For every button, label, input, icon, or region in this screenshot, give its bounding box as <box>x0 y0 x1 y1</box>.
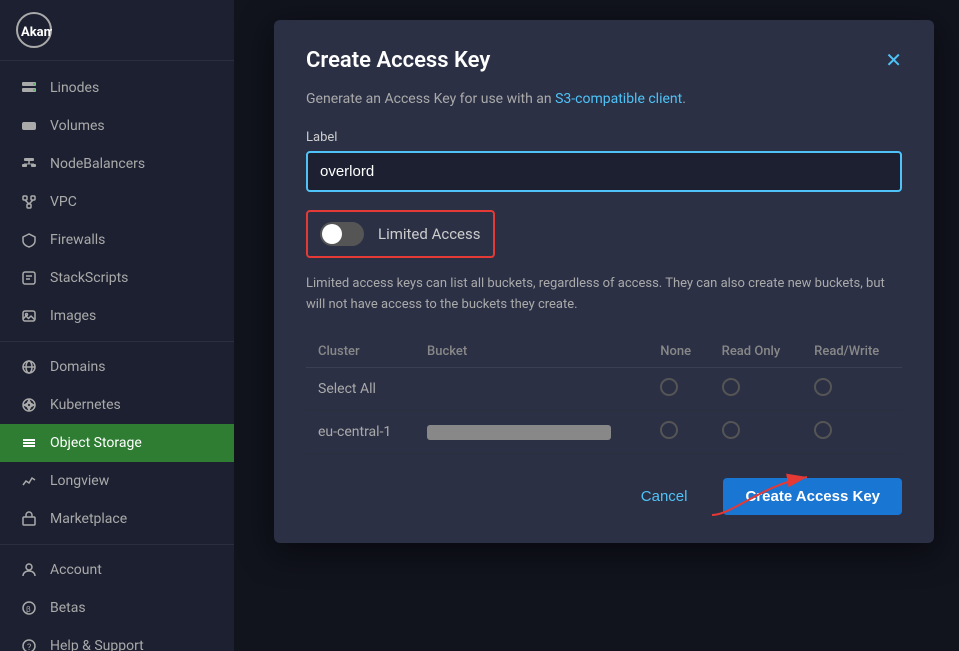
nav-divider-1 <box>0 341 234 342</box>
sidebar-item-label: Betas <box>50 600 86 616</box>
col-cluster: Cluster <box>306 336 415 368</box>
sidebar-item-domains[interactable]: Domains <box>0 348 234 386</box>
main-content: Create Access Key ✕ Generate an Access K… <box>234 0 959 651</box>
beta-icon: β <box>20 599 38 617</box>
sidebar-item-firewalls[interactable]: Firewalls <box>0 221 234 259</box>
select-all-none[interactable] <box>648 367 709 410</box>
balance-icon <box>20 155 38 173</box>
sidebar-item-vpc[interactable]: VPC <box>0 183 234 221</box>
sidebar-nav: Linodes Volumes NodeBalancers VPC <box>0 61 234 651</box>
create-access-key-modal: Create Access Key ✕ Generate an Access K… <box>274 20 934 543</box>
col-bucket: Bucket <box>415 336 648 368</box>
svg-text:Akamai: Akamai <box>21 25 52 40</box>
modal-subtitle: Generate an Access Key for use with an S… <box>306 89 902 110</box>
sidebar-item-label: NodeBalancers <box>50 156 145 172</box>
sidebar-item-label: Account <box>50 562 102 578</box>
bucket-name: ████████████████████ <box>415 410 648 453</box>
sidebar-item-images[interactable]: Images <box>0 297 234 335</box>
cancel-button[interactable]: Cancel <box>625 480 704 513</box>
limited-access-description: Limited access keys can list all buckets… <box>306 274 902 316</box>
select-all-bucket <box>415 367 648 410</box>
sidebar-item-label: StackScripts <box>50 270 128 286</box>
nav-divider-2 <box>0 544 234 545</box>
radio-none-all[interactable] <box>660 378 678 396</box>
sidebar-item-marketplace[interactable]: Marketplace <box>0 500 234 538</box>
col-read-write: Read/Write <box>802 336 902 368</box>
sidebar-item-label: Help & Support <box>50 638 144 651</box>
table-header-row: Cluster Bucket None Read Only Read/Write <box>306 336 902 368</box>
image-icon <box>20 307 38 325</box>
bucket-blurred: ████████████████████ <box>427 425 611 440</box>
radio-readwrite-all[interactable] <box>814 378 832 396</box>
table-row: Select All <box>306 367 902 410</box>
toggle-knob <box>322 224 342 244</box>
radio-readwrite-row1[interactable] <box>814 421 832 439</box>
sidebar-item-account[interactable]: Account <box>0 551 234 589</box>
sidebar-item-longview[interactable]: Longview <box>0 462 234 500</box>
sidebar-item-label: Marketplace <box>50 511 127 527</box>
sidebar-item-kubernetes[interactable]: Kubernetes <box>0 386 234 424</box>
sidebar-item-label: Domains <box>50 359 105 375</box>
hdd-icon <box>20 117 38 135</box>
sidebar-item-label: Volumes <box>50 118 105 134</box>
globe-icon <box>20 358 38 376</box>
modal-close-button[interactable]: ✕ <box>885 48 902 73</box>
chart-icon <box>20 472 38 490</box>
select-all-read-only[interactable] <box>710 367 803 410</box>
sidebar-item-help-support[interactable]: ? Help & Support <box>0 627 234 651</box>
col-none: None <box>648 336 709 368</box>
sidebar-item-label: Firewalls <box>50 232 105 248</box>
col-read-only: Read Only <box>710 336 803 368</box>
sidebar: Akamai Linodes Volumes NodeBalancers <box>0 0 234 651</box>
limited-access-toggle[interactable] <box>320 222 364 246</box>
sidebar-item-betas[interactable]: β Betas <box>0 589 234 627</box>
modal-title: Create Access Key <box>306 48 490 73</box>
limited-access-label: Limited Access <box>378 225 481 243</box>
akamai-logo: Akamai <box>16 12 52 48</box>
market-icon <box>20 510 38 528</box>
create-access-key-button[interactable]: Create Access Key <box>723 478 902 515</box>
network-icon <box>20 193 38 211</box>
label-field-label: Label <box>306 130 902 145</box>
k8s-icon <box>20 396 38 414</box>
subtitle-text-prefix: Generate an Access Key for use with an <box>306 91 555 107</box>
help-icon: ? <box>20 637 38 651</box>
script-icon <box>20 269 38 287</box>
row-none[interactable] <box>648 410 709 453</box>
row-read-write[interactable] <box>802 410 902 453</box>
modal-header: Create Access Key ✕ <box>306 48 902 73</box>
access-table: Cluster Bucket None Read Only Read/Write… <box>306 336 902 454</box>
logo-area: Akamai <box>0 0 234 61</box>
user-icon <box>20 561 38 579</box>
radio-readonly-row1[interactable] <box>722 421 740 439</box>
sidebar-item-nodebalancers[interactable]: NodeBalancers <box>0 145 234 183</box>
server-icon <box>20 79 38 97</box>
limited-access-toggle-row: Limited Access <box>306 210 495 258</box>
sidebar-item-label: Kubernetes <box>50 397 121 413</box>
subtitle-text-suffix: . <box>682 91 686 107</box>
select-all-read-write[interactable] <box>802 367 902 410</box>
modal-footer: Cancel Create Access Key <box>306 478 902 515</box>
row-read-only[interactable] <box>710 410 803 453</box>
sidebar-item-object-storage[interactable]: Object Storage <box>0 424 234 462</box>
sidebar-item-label: Object Storage <box>50 435 142 451</box>
sidebar-item-stackscripts[interactable]: StackScripts <box>0 259 234 297</box>
table-row: eu-central-1 ████████████████████ <box>306 410 902 453</box>
sidebar-item-label: Longview <box>50 473 109 489</box>
sidebar-item-label: VPC <box>50 194 77 210</box>
shield-icon <box>20 231 38 249</box>
s3-compatible-link[interactable]: S3-compatible client <box>555 91 682 107</box>
sidebar-item-linodes[interactable]: Linodes <box>0 69 234 107</box>
radio-readonly-all[interactable] <box>722 378 740 396</box>
label-input[interactable] <box>306 151 902 192</box>
sidebar-item-label: Images <box>50 308 96 324</box>
sidebar-item-volumes[interactable]: Volumes <box>0 107 234 145</box>
storage-icon <box>20 434 38 452</box>
select-all-label: Select All <box>306 367 415 410</box>
sidebar-item-label: Linodes <box>50 80 99 96</box>
radio-none-row1[interactable] <box>660 421 678 439</box>
svg-text:?: ? <box>27 643 31 651</box>
cluster-name: eu-central-1 <box>306 410 415 453</box>
svg-text:β: β <box>26 605 31 614</box>
